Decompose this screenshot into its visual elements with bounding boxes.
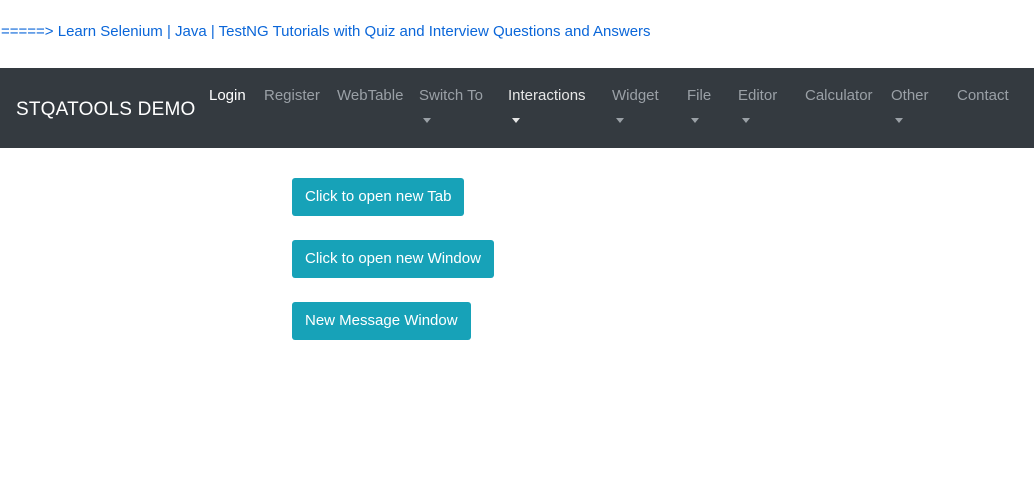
top-banner: =====> Learn Selenium | Java | TestNG Tu… — [0, 0, 1034, 68]
nav-calculator[interactable]: Calculator — [805, 87, 873, 104]
nav-webtable[interactable]: WebTable — [337, 87, 403, 104]
brand-logo[interactable]: STQATOOLS DEMO — [16, 99, 195, 121]
other-caret-icon[interactable] — [895, 118, 903, 123]
nav-other[interactable]: Other — [891, 87, 929, 104]
nav-register[interactable]: Register — [264, 87, 320, 104]
nav-switch-to[interactable]: Switch To — [419, 87, 483, 104]
switch-to-caret-icon[interactable] — [423, 118, 431, 123]
widget-caret-icon[interactable] — [616, 118, 624, 123]
nav-widget[interactable]: Widget — [612, 87, 659, 104]
nav-editor[interactable]: Editor — [738, 87, 777, 104]
open-new-window-button[interactable]: Click to open new Window — [292, 240, 494, 278]
nav-login[interactable]: Login — [209, 87, 246, 104]
editor-caret-icon[interactable] — [742, 118, 750, 123]
nav-interactions[interactable]: Interactions — [508, 87, 586, 104]
nav-contact[interactable]: Contact — [957, 87, 1009, 104]
interactions-caret-icon[interactable] — [512, 118, 520, 123]
file-caret-icon[interactable] — [691, 118, 699, 123]
open-new-tab-button[interactable]: Click to open new Tab — [292, 178, 465, 216]
nav-file[interactable]: File — [687, 87, 711, 104]
tutorials-link[interactable]: =====> Learn Selenium | Java | TestNG Tu… — [1, 23, 651, 40]
navbar: STQATOOLS DEMO Login Register WebTable S… — [0, 68, 1034, 148]
new-message-window-button[interactable]: New Message Window — [292, 302, 471, 340]
